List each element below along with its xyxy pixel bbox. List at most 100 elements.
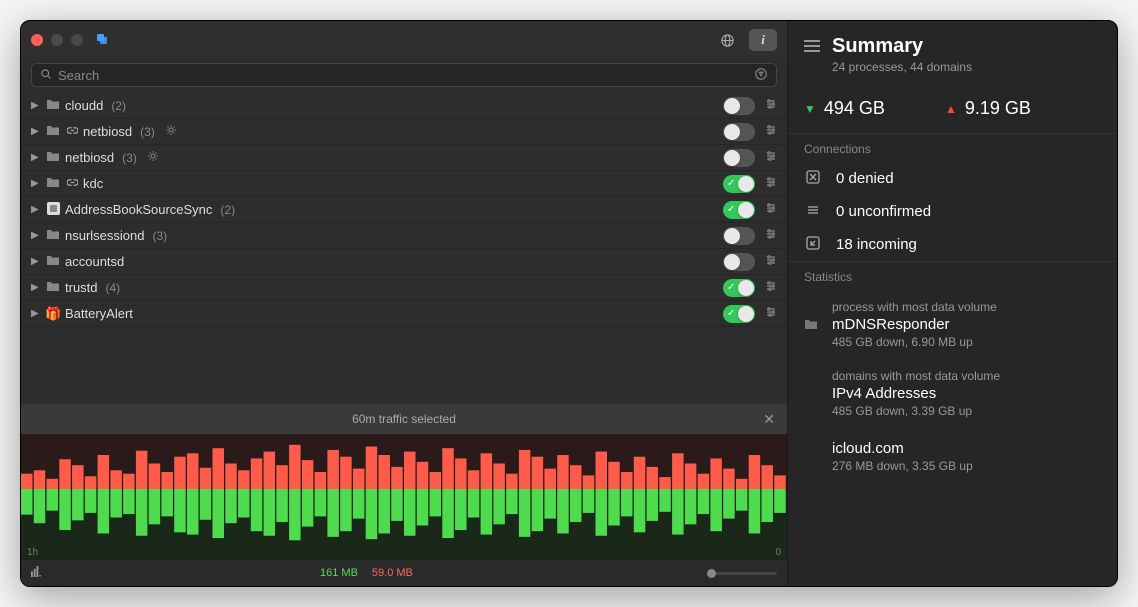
- process-name: AddressBookSourceSync: [65, 202, 212, 217]
- process-row[interactable]: ▶netbiosd(3)✓: [21, 145, 787, 171]
- process-row[interactable]: ▶cloudd(2)✓: [21, 93, 787, 119]
- stat-domain-entry[interactable]: · domains with most data volume IPv4 Add…: [788, 359, 1117, 428]
- denied-icon: [804, 170, 822, 187]
- row-settings-icon[interactable]: [765, 150, 777, 165]
- allow-toggle[interactable]: ✓: [723, 305, 755, 323]
- titlebar: i: [21, 21, 787, 59]
- side-title-block: Summary 24 processes, 44 domains: [832, 35, 972, 74]
- zoom-window-button[interactable]: [71, 34, 83, 46]
- summary-totals: ▼ 494 GB ▲ 9.19 GB: [788, 84, 1117, 133]
- link-icon: [65, 125, 79, 139]
- connections-incoming-row[interactable]: 18 incoming: [788, 228, 1117, 261]
- allow-toggle[interactable]: ✓: [723, 149, 755, 167]
- search-field[interactable]: [31, 63, 777, 87]
- main-pane: i ▶cloudd(2)✓▶netbiosd(3)✓▶netbiosd(3)✓▶…: [21, 21, 787, 586]
- process-row[interactable]: ▶ netbiosd (3) ✓: [21, 119, 787, 145]
- allow-toggle[interactable]: ✓: [723, 175, 755, 193]
- stat-domain2-entry[interactable]: · icloud.com 276 MB down, 3.35 GB up: [788, 428, 1117, 483]
- chart-right-label: 0: [775, 547, 781, 558]
- search-input[interactable]: [58, 68, 748, 83]
- process-name: kdc: [83, 176, 103, 191]
- download-total: ▼ 494 GB: [804, 98, 885, 119]
- stat-domain2-detail: 276 MB down, 3.35 GB up: [832, 459, 1101, 473]
- process-row[interactable]: ▶accountsd✓: [21, 249, 787, 275]
- disclosure-triangle[interactable]: ▶: [31, 230, 41, 241]
- footer-incoming-value: 161 MB: [320, 567, 358, 579]
- app-icon: [95, 32, 109, 49]
- footer-chart-menu-icon[interactable]: [31, 566, 42, 580]
- row-settings-icon[interactable]: [765, 228, 777, 243]
- allow-toggle[interactable]: ✓: [723, 279, 755, 297]
- process-count: (3): [153, 229, 168, 243]
- hamburger-icon[interactable]: [804, 39, 820, 58]
- process-row[interactable]: ▶AddressBookSourceSync(2)✓: [21, 197, 787, 223]
- app-icon: [45, 202, 61, 218]
- disclosure-triangle[interactable]: ▶: [31, 100, 41, 111]
- folder-icon: [45, 177, 61, 191]
- toolbar-button-globe[interactable]: [713, 29, 741, 51]
- traffic-chart[interactable]: 1h 0: [21, 434, 787, 560]
- disclosure-triangle[interactable]: ▶: [31, 308, 41, 319]
- row-settings-icon[interactable]: [765, 280, 777, 295]
- process-row[interactable]: ▶nsurlsessiond(3)✓: [21, 223, 787, 249]
- disclosure-triangle[interactable]: ▶: [31, 152, 41, 163]
- disclosure-triangle[interactable]: ▶: [31, 282, 41, 293]
- process-count: (4): [106, 281, 121, 295]
- search-icon: [40, 68, 52, 83]
- close-window-button[interactable]: [31, 34, 43, 46]
- connections-unconfirmed-row[interactable]: 0 unconfirmed: [788, 195, 1117, 228]
- traffic-close-button[interactable]: ✕: [763, 411, 775, 428]
- statistics-section-label: Statistics: [788, 261, 1117, 290]
- process-row[interactable]: ▶ kdc ✓: [21, 171, 787, 197]
- disclosure-triangle[interactable]: ▶: [31, 178, 41, 189]
- allow-toggle[interactable]: ✓: [723, 227, 755, 245]
- toolbar-button-info[interactable]: i: [749, 29, 777, 51]
- process-name: netbiosd: [83, 124, 132, 139]
- chart-axis-labels: 1h 0: [27, 547, 781, 558]
- folder-icon: [45, 229, 61, 243]
- disclosure-triangle[interactable]: ▶: [31, 126, 41, 137]
- stat-process-entry[interactable]: process with most data volume mDNSRespon…: [788, 290, 1117, 359]
- row-settings-icon[interactable]: [765, 306, 777, 321]
- process-row[interactable]: ▶trustd(4)✓: [21, 275, 787, 301]
- row-settings-icon[interactable]: [765, 202, 777, 217]
- stat-process-detail: 485 GB down, 6.90 MB up: [832, 335, 1101, 349]
- stat-domain-name: IPv4 Addresses: [832, 385, 1101, 402]
- row-settings-icon[interactable]: [765, 176, 777, 191]
- stat-process-name: mDNSResponder: [832, 316, 1101, 333]
- unconfirmed-text: 0 unconfirmed: [836, 203, 931, 220]
- traffic-header-label: 60m traffic selected: [352, 412, 456, 426]
- disclosure-triangle[interactable]: ▶: [31, 256, 41, 267]
- row-settings-icon[interactable]: [765, 124, 777, 139]
- folder-icon: [45, 281, 61, 295]
- folder-icon: [45, 99, 61, 113]
- app-window: i ▶cloudd(2)✓▶netbiosd(3)✓▶netbiosd(3)✓▶…: [20, 20, 1118, 587]
- chart-left-label: 1h: [27, 547, 38, 558]
- row-settings-icon[interactable]: [765, 98, 777, 113]
- allow-toggle[interactable]: ✓: [723, 253, 755, 271]
- summary-title: Summary: [832, 35, 972, 58]
- gift-icon: 🎁: [45, 306, 61, 322]
- allow-toggle[interactable]: ✓: [723, 123, 755, 141]
- traffic-header: 60m traffic selected ✕: [21, 404, 787, 434]
- process-row[interactable]: ▶🎁BatteryAlert✓: [21, 301, 787, 327]
- gear-icon[interactable]: [165, 124, 177, 139]
- zoom-slider[interactable]: [707, 572, 777, 575]
- process-list[interactable]: ▶cloudd(2)✓▶netbiosd(3)✓▶netbiosd(3)✓▶kd…: [21, 93, 787, 404]
- upload-total: ▲ 9.19 GB: [945, 98, 1031, 119]
- connections-denied-row[interactable]: 0 denied: [788, 162, 1117, 195]
- gear-icon[interactable]: [147, 150, 159, 165]
- stat-domain2-name: icloud.com: [832, 440, 1101, 457]
- disclosure-triangle[interactable]: ▶: [31, 204, 41, 215]
- allow-toggle[interactable]: ✓: [723, 97, 755, 115]
- process-count: (3): [140, 125, 155, 139]
- search-filter-icon[interactable]: [754, 67, 768, 84]
- stat-domain-label: domains with most data volume: [832, 369, 1101, 383]
- process-name: netbiosd: [65, 150, 114, 165]
- minimize-window-button[interactable]: [51, 34, 63, 46]
- denied-text: 0 denied: [836, 170, 894, 187]
- row-settings-icon[interactable]: [765, 254, 777, 269]
- stat-process-label: process with most data volume: [832, 300, 1101, 314]
- search-row: [21, 59, 787, 93]
- allow-toggle[interactable]: ✓: [723, 201, 755, 219]
